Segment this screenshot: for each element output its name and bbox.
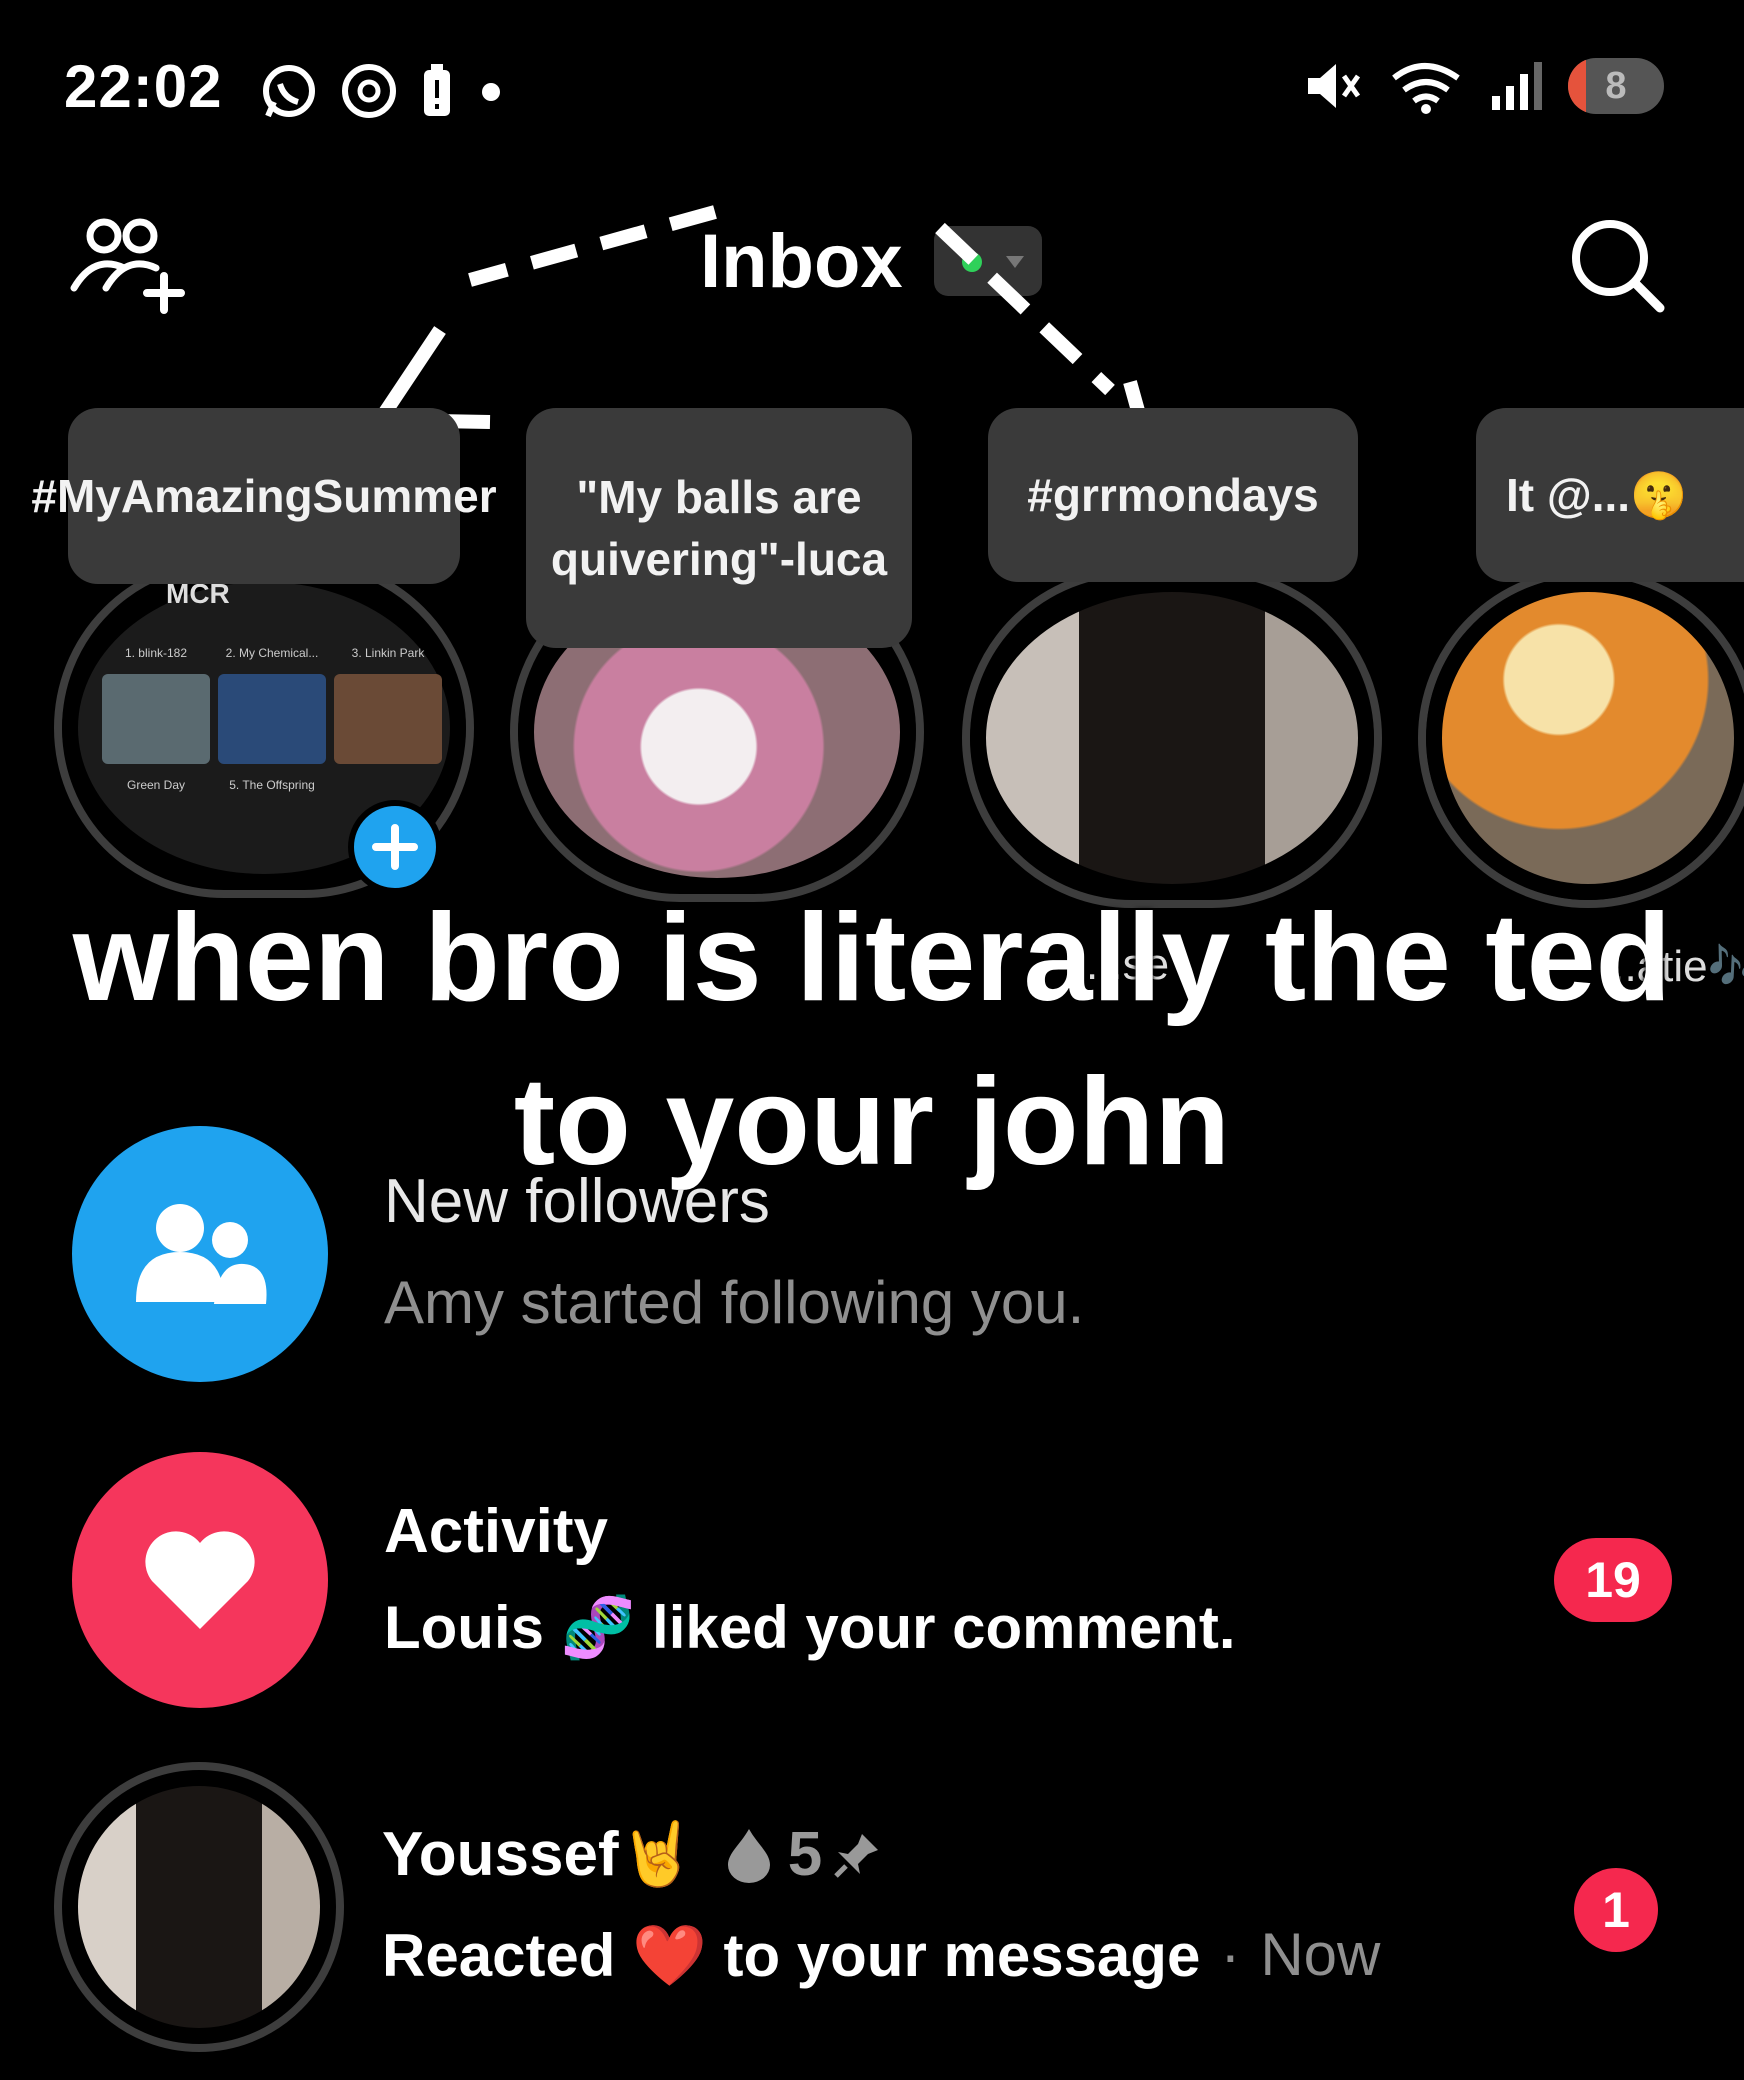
pin-icon [834,1833,879,1878]
list-item-chat[interactable]: Youssef🤘 5 Reacted ❤️ to your message · … [0,1760,1744,2060]
row-title: Activity [384,1497,608,1566]
album-art [334,674,442,764]
story-note[interactable]: It @...🤫 [1476,408,1744,582]
threads-icon [342,64,396,118]
avatar [78,1786,320,2028]
row-subtitle: Amy started following you. [384,1269,1085,1336]
thumbnail-tile: 1. blink-182 [124,646,188,660]
status-right-icons: 8 [1304,58,1664,114]
row-subtitle: Louis 🧬 liked your comment. [384,1594,1236,1661]
streak-count: 5 [787,1820,823,1889]
separator-dot: · [1220,1921,1241,1988]
whatsapp-icon [263,65,315,118]
chat-name: Youssef🤘 [382,1820,696,1889]
mute-icon [1308,64,1361,108]
story-note[interactable]: "My balls are quivering"-luca [526,408,912,648]
activity-badge: 19 [1554,1538,1672,1622]
album-art [102,674,210,764]
fire-streak-icon [727,1828,770,1883]
battery-alert-icon [424,64,450,116]
chat-subtitle-row: Reacted ❤️ to your message · Now [382,1920,1380,1991]
thumbnail-tile: Green Day [126,778,186,792]
row-title: New followers [384,1167,770,1236]
list-item-new-followers[interactable]: New followers Amy started following you. [0,1110,1744,1390]
chat-preview: Reacted ❤️ to your message [382,1922,1201,1989]
thumbnail-tile: 2. My Chemical... [225,646,319,660]
plus-icon [372,824,418,870]
story-note[interactable]: #MyAmazingSummer [31,408,497,584]
people-icon [136,1204,267,1304]
thumbnail-tile: 3. Linkin Park [351,646,425,660]
wifi-icon [1392,63,1460,114]
status-time: 22:02 [64,53,223,120]
activity-avatar [72,1452,328,1708]
dot-icon [482,83,500,101]
chat-avatar-ring [54,1762,344,2052]
thumbnail-tile: 5. The Offspring [229,778,315,792]
story-item[interactable] [1418,568,1744,908]
signal-icon [1492,62,1542,110]
new-followers-avatar [72,1126,328,1382]
story-item[interactable] [962,568,1382,908]
chat-title-row: Youssef🤘 5 [382,1818,882,1891]
battery-level: 8 [1605,64,1627,107]
battery-indicator: 8 [1568,58,1664,114]
caption-line-1: when bro is literally the ted [72,889,1672,1027]
heart-icon [145,1531,255,1629]
album-art [218,674,326,764]
chat-unread-badge: 1 [1574,1868,1658,1952]
story-thumbnail [970,576,1374,900]
status-left-icons [260,62,506,120]
list-item-activity[interactable]: Activity Louis 🧬 liked your comment. 19 [0,1440,1744,1740]
chat-time: Now [1260,1921,1381,1988]
story-thumbnail [1426,576,1744,900]
story-note[interactable]: #grrmondays [988,408,1358,582]
